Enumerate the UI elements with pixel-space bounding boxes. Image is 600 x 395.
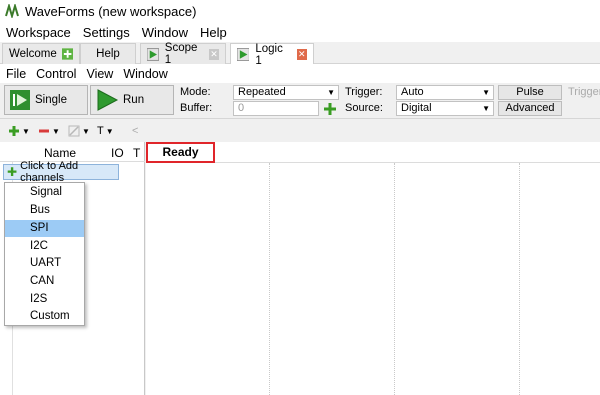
instrument-menubar: File Control View Window xyxy=(0,64,600,83)
chevron-down-icon: ▼ xyxy=(105,126,114,136)
menu-item-can[interactable]: CAN xyxy=(5,273,84,290)
main-menubar: Workspace Settings Window Help xyxy=(0,22,600,42)
tab-help[interactable]: Help xyxy=(80,43,136,64)
edit-channel-dropdown[interactable]: ▼ xyxy=(68,123,90,139)
play-icon xyxy=(237,48,250,61)
menu-item-i2c[interactable]: I2C xyxy=(5,238,84,255)
close-icon[interactable]: ✕ xyxy=(209,48,219,60)
single-label: Single xyxy=(35,94,67,106)
logic-plot-area[interactable]: Ready xyxy=(146,142,600,395)
grid-line xyxy=(394,163,395,395)
grid-line xyxy=(269,163,270,395)
single-run-icon xyxy=(10,90,30,110)
plus-icon[interactable] xyxy=(61,48,73,60)
tab-label: Scope 1 xyxy=(164,42,198,66)
channel-icon-bar: ▼ ▼ ▼ T ▼ < xyxy=(0,120,600,142)
menu-window-instrument[interactable]: Window xyxy=(123,67,167,81)
trigger-select[interactable]: Auto ▼ xyxy=(396,85,494,100)
menu-workspace[interactable]: Workspace xyxy=(6,25,71,40)
buffer-value: 0 xyxy=(238,102,245,114)
trigger-label: Trigger: xyxy=(345,86,383,98)
tab-scope-1[interactable]: Scope 1 ✕ xyxy=(140,42,226,66)
text-tool-dropdown[interactable]: T ▼ xyxy=(97,123,114,139)
title-bar: WaveForms (new workspace) xyxy=(0,0,600,22)
acquisition-toolbar: Single Run Mode: Repeated ▼ Buffer: 0 Tr… xyxy=(0,83,600,119)
window-title: WaveForms (new workspace) xyxy=(25,3,197,19)
buffer-input[interactable]: 0 xyxy=(233,101,319,116)
chevron-down-icon: ▼ xyxy=(327,88,335,97)
trigger-value: Auto xyxy=(401,86,424,98)
chevron-down-icon: ▼ xyxy=(82,126,90,136)
run-button[interactable]: Run xyxy=(90,85,174,115)
menu-control[interactable]: Control xyxy=(36,67,76,81)
add-channels-button[interactable]: ✚ Click to Add channels xyxy=(3,160,119,184)
minus-icon xyxy=(39,129,49,133)
tab-logic-1[interactable]: Logic 1 ✕ xyxy=(230,42,314,67)
menu-item-i2s[interactable]: I2S xyxy=(5,291,84,308)
tab-label: Help xyxy=(96,48,120,60)
channel-table-header: Name IO T xyxy=(0,142,145,162)
menu-item-uart[interactable]: UART xyxy=(5,255,84,272)
edit-icon xyxy=(68,125,80,137)
collapse-button[interactable]: < xyxy=(132,123,138,139)
play-icon xyxy=(147,47,159,61)
chevron-down-icon: ▼ xyxy=(52,126,60,136)
menu-help[interactable]: Help xyxy=(200,25,227,40)
plus-icon xyxy=(9,126,19,136)
column-t: T xyxy=(133,146,141,160)
chevron-down-icon: ▼ xyxy=(482,104,490,113)
mode-label: Mode: xyxy=(180,86,211,98)
source-label: Source: xyxy=(345,102,383,114)
buffer-label: Buffer: xyxy=(180,102,213,114)
menu-window[interactable]: Window xyxy=(142,25,188,40)
menu-item-spi[interactable]: SPI xyxy=(5,220,84,237)
tab-welcome[interactable]: Welcome xyxy=(2,43,80,64)
mode-select[interactable]: Repeated ▼ xyxy=(233,85,339,100)
trigger-cut-label: Trigger xyxy=(568,86,600,98)
run-label: Run xyxy=(123,94,145,106)
waveforms-logo-icon xyxy=(5,4,19,18)
tab-bar: Welcome Help Scope 1 ✕ Logic 1 ✕ xyxy=(0,42,600,67)
menu-file[interactable]: File xyxy=(6,67,26,81)
plus-icon[interactable] xyxy=(323,102,337,116)
menu-view[interactable]: View xyxy=(86,67,113,81)
pulse-button[interactable]: Pulse xyxy=(498,85,562,100)
plus-icon: ✚ xyxy=(7,165,18,179)
remove-channel-dropdown[interactable]: ▼ xyxy=(38,123,60,139)
tab-label: Welcome xyxy=(9,48,57,60)
mode-value: Repeated xyxy=(238,86,286,98)
grid-line xyxy=(519,163,520,395)
menu-item-custom[interactable]: Custom xyxy=(5,308,84,325)
advanced-button[interactable]: Advanced xyxy=(498,101,562,116)
menu-item-signal[interactable]: Signal xyxy=(5,184,84,201)
source-select[interactable]: Digital ▼ xyxy=(396,101,494,116)
status-badge: Ready xyxy=(146,142,215,163)
source-value: Digital xyxy=(401,102,432,114)
add-channel-menu: Signal Bus SPI I2C UART CAN I2S Custom xyxy=(4,182,85,326)
text-tool-label: T xyxy=(97,125,104,137)
close-icon[interactable]: ✕ xyxy=(296,49,307,60)
run-icon xyxy=(97,89,119,111)
menu-settings[interactable]: Settings xyxy=(83,25,130,40)
single-button[interactable]: Single xyxy=(4,85,88,115)
add-channels-label: Click to Add channels xyxy=(20,160,79,184)
header-divider xyxy=(215,162,600,163)
add-channel-dropdown[interactable]: ▼ xyxy=(8,123,30,139)
tab-label: Logic 1 xyxy=(255,42,283,67)
chevron-down-icon: ▼ xyxy=(482,88,490,97)
chevron-down-icon: ▼ xyxy=(22,126,30,136)
column-name: Name xyxy=(44,146,77,160)
column-io: IO xyxy=(111,146,124,160)
menu-item-bus[interactable]: Bus xyxy=(5,202,84,219)
